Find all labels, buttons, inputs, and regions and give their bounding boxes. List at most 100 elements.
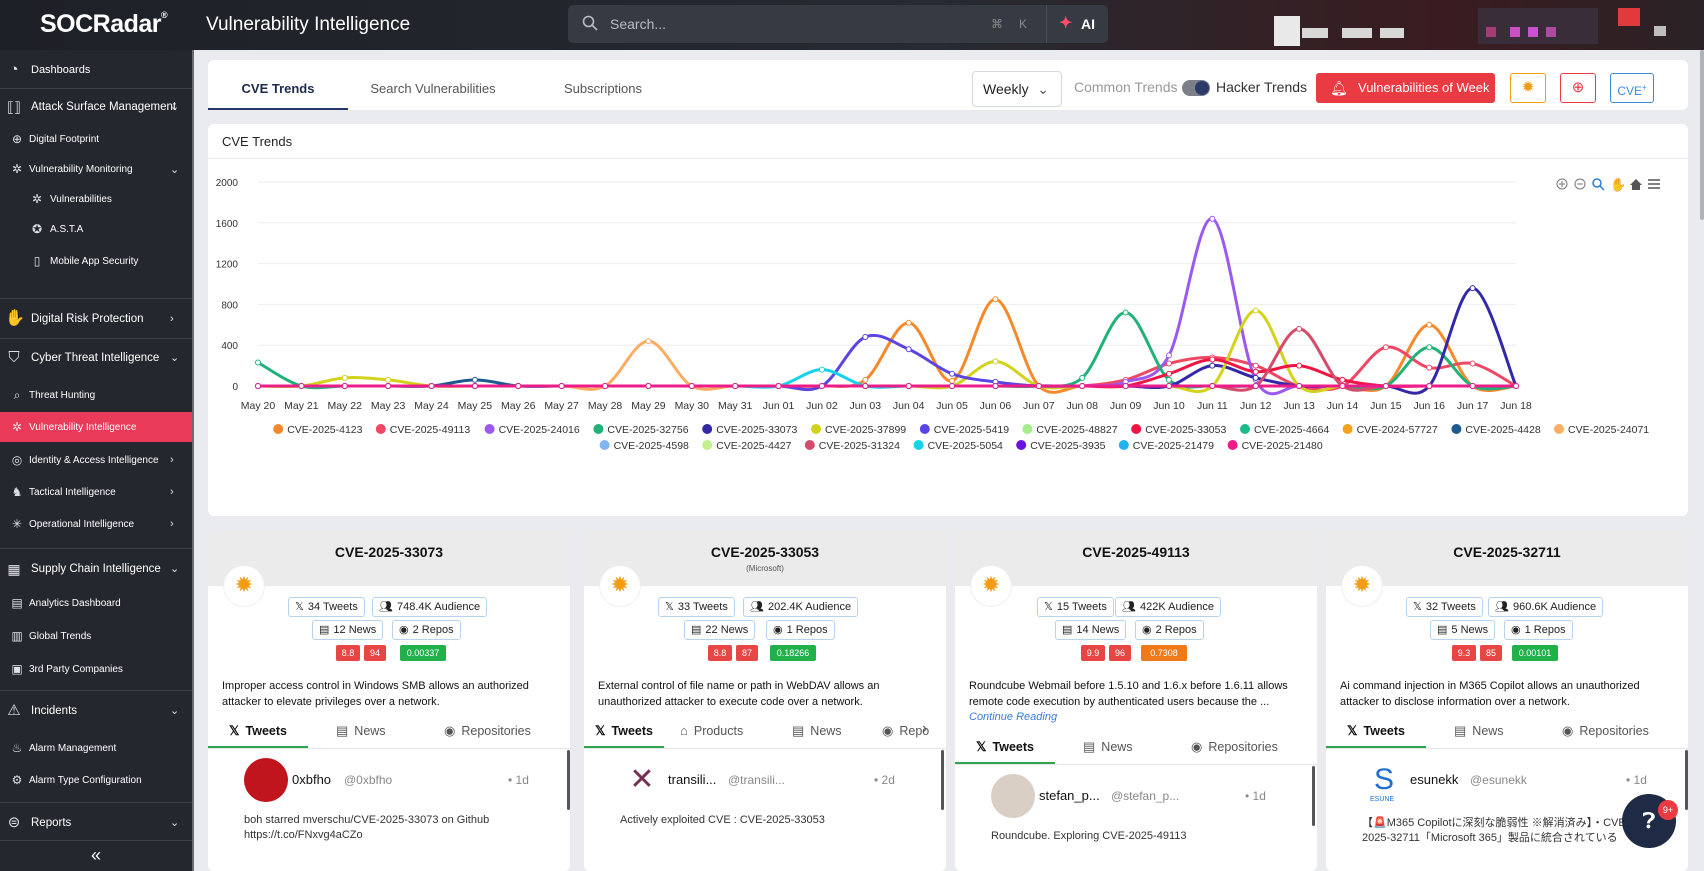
tab-subscriptions[interactable]: Subscriptions <box>533 60 673 110</box>
legend-item[interactable]: CVE-2025-5419 <box>919 424 1009 436</box>
avatar[interactable] <box>244 758 288 802</box>
sidebar-item-digital-risk-protection[interactable]: ✋ Digital Risk Protection › <box>0 298 192 338</box>
cve-card[interactable]: CVE-2025-33073 ✹ 𝕏 34 Tweets 👥︎ 748.4K Aud… <box>208 530 570 871</box>
sidebar-item-vulnerability-intelligence[interactable]: ✲ Vulnerability Intelligence <box>0 412 192 442</box>
card-tab-tweets[interactable]: 𝕏 Tweets <box>584 714 664 748</box>
card-scrollbar[interactable] <box>1685 750 1688 810</box>
sidebar-item-analytics-dashboard[interactable]: ▤ Analytics Dashboard <box>0 588 192 618</box>
cve-card[interactable]: CVE-2025-49113 ✹ 𝕏 15 Tweets 👥︎ 422K Audie… <box>955 530 1317 871</box>
tweet-author-handle[interactable]: @stefan_p... <box>1111 789 1179 803</box>
card-tab-tweets[interactable]: 𝕏 Tweets <box>1326 714 1426 748</box>
legend-item[interactable]: CVE-2025-49113 <box>375 424 471 436</box>
repos-count[interactable]: ◉ 1 Repos <box>1504 620 1573 640</box>
series-line[interactable] <box>258 334 1516 392</box>
legend-item[interactable]: CVE-2025-21479 <box>1118 440 1214 452</box>
search-bar[interactable]: Search... ⌘ K ✦ AI <box>568 5 1108 43</box>
tab-search-vulnerabilities[interactable]: Search Vulnerabilities <box>363 60 503 110</box>
tweets-count[interactable]: 𝕏 34 Tweets <box>288 597 365 617</box>
series-line[interactable] <box>257 309 1516 394</box>
legend-item[interactable]: CVE-2025-4598 <box>599 440 689 452</box>
avatar[interactable] <box>991 774 1035 818</box>
tweet-author-handle[interactable]: @0xbfho <box>344 773 392 787</box>
legend-item[interactable]: CVE-2025-33073 <box>702 424 797 436</box>
tweets-count[interactable]: 𝕏 15 Tweets <box>1037 597 1114 617</box>
menu-icon[interactable] <box>1648 179 1660 189</box>
tab-cve-trends[interactable]: CVE Trends <box>208 60 348 110</box>
sidebar-item-dashboards[interactable]: ◔ Dashboards <box>0 52 192 88</box>
legend-item[interactable]: CVE-2025-32756 <box>593 424 689 436</box>
card-tab-repositories[interactable]: ◉ Repositories <box>444 714 531 748</box>
sidebar-item-operational-intelligence[interactable]: ✳ Operational Intelligence › <box>0 509 192 539</box>
sidebar-item-digital-footprint[interactable]: ⊕ Digital Footprint <box>0 124 192 154</box>
legend-item[interactable]: CVE-2025-33053 <box>1131 424 1226 436</box>
period-select[interactable]: Weekly ⌄ <box>972 71 1062 107</box>
card-tab-products[interactable]: ⌂ Products <box>680 714 743 748</box>
series-line[interactable] <box>257 311 1517 391</box>
add-button[interactable]: ⊕ <box>1560 73 1596 103</box>
card-tab-news[interactable]: ▤ News <box>1083 730 1133 764</box>
cve-button[interactable]: CVE+ <box>1610 73 1654 103</box>
sidebar-item-asta[interactable]: ✪ A.S.T.A <box>0 214 192 244</box>
pan-hand-icon[interactable]: ✋ <box>1610 177 1626 193</box>
tweets-count[interactable]: 𝕏 33 Tweets <box>658 597 735 617</box>
tweet-author-name[interactable]: 0xbfho <box>292 772 331 787</box>
tweets-count[interactable]: 𝕏 32 Tweets <box>1406 597 1483 617</box>
repos-count[interactable]: ◉ 1 Repos <box>766 620 835 640</box>
card-tab-tweets[interactable]: 𝕏 Tweets <box>955 730 1055 764</box>
sidebar-item-global-trends[interactable]: ▥ Global Trends <box>0 621 192 651</box>
cve-id[interactable]: CVE-2025-49113 <box>955 544 1317 560</box>
sidebar-item-vulnerabilities[interactable]: ✲ Vulnerabilities <box>0 184 192 214</box>
sidebar-item-incidents[interactable]: ⚠ Incidents ⌄ <box>0 690 192 730</box>
sidebar-scrollbar[interactable] <box>192 50 194 871</box>
tweet-author-name[interactable]: transili... <box>668 772 716 787</box>
legend-item[interactable]: CVE-2025-31324 <box>804 440 900 452</box>
news-count[interactable]: ▤ 14 News <box>1055 620 1127 640</box>
selection-zoom-icon[interactable] <box>1592 178 1605 191</box>
collapse-sidebar-button[interactable]: « <box>0 840 192 871</box>
sidebar-item-cyber-threat-intelligence[interactable]: ⛉ Cyber Threat Intelligence ⌄ <box>0 338 192 376</box>
legend-item[interactable]: CVE-2025-4664 <box>1240 424 1329 436</box>
card-tab-repositories[interactable]: ◉ Repositories <box>1562 714 1649 748</box>
bug-filter-button[interactable]: ✹ <box>1510 73 1546 103</box>
avatar[interactable]: ✕ <box>620 758 664 802</box>
legend-item[interactable]: CVE-2025-4427 <box>702 440 792 452</box>
tweet-author-name[interactable]: stefan_p... <box>1039 788 1100 803</box>
sidebar-item-supply-chain-intelligence[interactable]: ▦ Supply Chain Intelligence ⌄ <box>0 548 192 588</box>
legend-item[interactable]: CVE-2025-4123 <box>273 424 363 436</box>
card-tab-news[interactable]: ▤ News <box>336 714 386 748</box>
sidebar-item-vulnerability-monitoring[interactable]: ✲ Vulnerability Monitoring ⌄ <box>0 154 192 184</box>
chevron-right-icon[interactable]: › <box>922 720 927 738</box>
legend-item[interactable]: CVE-2025-4428 <box>1451 424 1541 436</box>
news-count[interactable]: ▤ 22 News <box>684 620 756 640</box>
sidebar-item-reports[interactable]: ⊜ Reports ⌄ <box>0 802 192 842</box>
trends-toggle[interactable] <box>1182 80 1210 96</box>
search-input[interactable]: Search... <box>610 16 666 32</box>
card-tab-news[interactable]: ▤ News <box>1454 714 1504 748</box>
tweet-author-name[interactable]: esunekk <box>1410 772 1458 787</box>
card-scrollbar[interactable] <box>567 750 570 810</box>
series-line[interactable] <box>258 286 1518 395</box>
page-scrollbar[interactable] <box>1700 50 1704 220</box>
tweet-author-handle[interactable]: @esunekk <box>1470 773 1527 787</box>
card-tab-tweets[interactable]: 𝕏 Tweets <box>208 714 308 748</box>
repos-count[interactable]: ◉ 2 Repos <box>392 620 461 640</box>
sidebar-item-mobile-app-security[interactable]: ▯ Mobile App Security <box>0 244 192 278</box>
ai-button[interactable]: ✦ AI <box>1046 5 1108 43</box>
sidebar-item-tactical-intelligence[interactable]: ♞ Tactical Intelligence › <box>0 477 192 507</box>
cve-id[interactable]: CVE-2025-33053 <box>584 544 946 560</box>
legend-item[interactable]: CVE-2025-37899 <box>811 424 906 436</box>
sidebar-item-3rd-party-companies[interactable]: ▣ 3rd Party Companies <box>0 654 192 684</box>
card-scrollbar[interactable] <box>941 750 944 810</box>
vulnerabilities-of-week-button[interactable]: 🔔︎ Vulnerabilities of Week <box>1316 73 1495 103</box>
socradar-logo[interactable]: SOCRadar® <box>40 10 168 39</box>
zoom-out-icon[interactable] <box>1574 178 1586 190</box>
tweet-author-handle[interactable]: @transili... <box>728 773 785 787</box>
card-tab-news[interactable]: ▤ News <box>792 714 842 748</box>
cve-id[interactable]: CVE-2025-32711 <box>1326 544 1688 560</box>
news-count[interactable]: ▤ 5 News <box>1430 620 1496 640</box>
sidebar-item-threat-hunting[interactable]: ⌕ Threat Hunting <box>0 380 192 410</box>
legend-item[interactable]: CVE-2024-57727 <box>1342 424 1438 436</box>
sidebar-item-alarm-management[interactable]: ♨ Alarm Management <box>0 733 192 763</box>
legend-item[interactable]: CVE-2025-5054 <box>913 440 1003 452</box>
legend-item[interactable]: CVE-2025-24071 <box>1554 424 1649 436</box>
